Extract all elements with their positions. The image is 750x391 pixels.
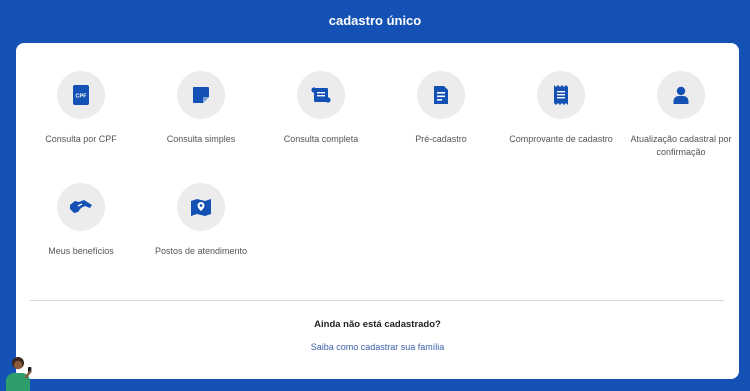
user-icon: [673, 86, 689, 104]
service-label: Consulta simples: [166, 134, 236, 144]
service-postos-atendimento[interactable]: Postos de atendimento: [141, 183, 261, 258]
app-header: cadastro único: [0, 0, 750, 42]
service-icon-circle: [537, 71, 585, 119]
service-icon-circle: [177, 183, 225, 231]
cpf-card-icon: CPF: [73, 85, 89, 105]
service-atualizacao-cadastral[interactable]: Atualização cadastral por confirmação: [621, 71, 741, 159]
service-icon-circle: [57, 183, 105, 231]
not-registered-question: Ainda não está cadastrado?: [314, 319, 441, 330]
map-pin-icon: [191, 199, 211, 216]
sticky-note-icon: [193, 87, 209, 103]
service-comprovante[interactable]: Comprovante de cadastro: [501, 71, 621, 146]
cpf-badge-text: CPF: [76, 94, 88, 100]
app-title: cadastro único: [328, 12, 422, 28]
service-icon-circle: CPF: [57, 71, 105, 119]
service-meus-beneficios[interactable]: Meus benefícios: [21, 183, 141, 258]
service-icon-circle: [657, 71, 705, 119]
service-label: Postos de atendimento: [154, 246, 248, 256]
section-divider: [30, 300, 724, 301]
document-form-icon: [434, 86, 448, 104]
assistant-avatar-icon[interactable]: [2, 353, 38, 391]
service-icon-circle: [297, 71, 345, 119]
service-label: Atualização cadastral por confirmação: [630, 134, 732, 157]
service-consulta-cpf[interactable]: CPF Consulta por CPF: [21, 71, 141, 146]
service-consulta-completa[interactable]: Consulta completa: [261, 71, 381, 146]
service-label: Consulta por CPF: [45, 134, 117, 144]
service-icon-circle: [177, 71, 225, 119]
service-label: Consulta completa: [283, 134, 359, 144]
services-card: CPF Consulta por CPF Consulta simples Co…: [16, 43, 739, 379]
how-to-register-link[interactable]: Saiba como cadastrar sua família: [16, 342, 739, 352]
service-icon-circle: [417, 71, 465, 119]
service-pre-cadastro[interactable]: Pré-cadastro: [381, 71, 501, 146]
service-consulta-simples[interactable]: Consulta simples: [141, 71, 261, 146]
service-label: Meus benefícios: [48, 246, 114, 256]
services-grid: CPF Consulta por CPF Consulta simples Co…: [34, 71, 732, 301]
scroll-icon: [311, 87, 331, 103]
receipt-icon: [554, 85, 568, 105]
service-label: Pré-cadastro: [415, 134, 467, 144]
service-label: Comprovante de cadastro: [509, 134, 613, 144]
handshake-icon: [70, 200, 92, 213]
